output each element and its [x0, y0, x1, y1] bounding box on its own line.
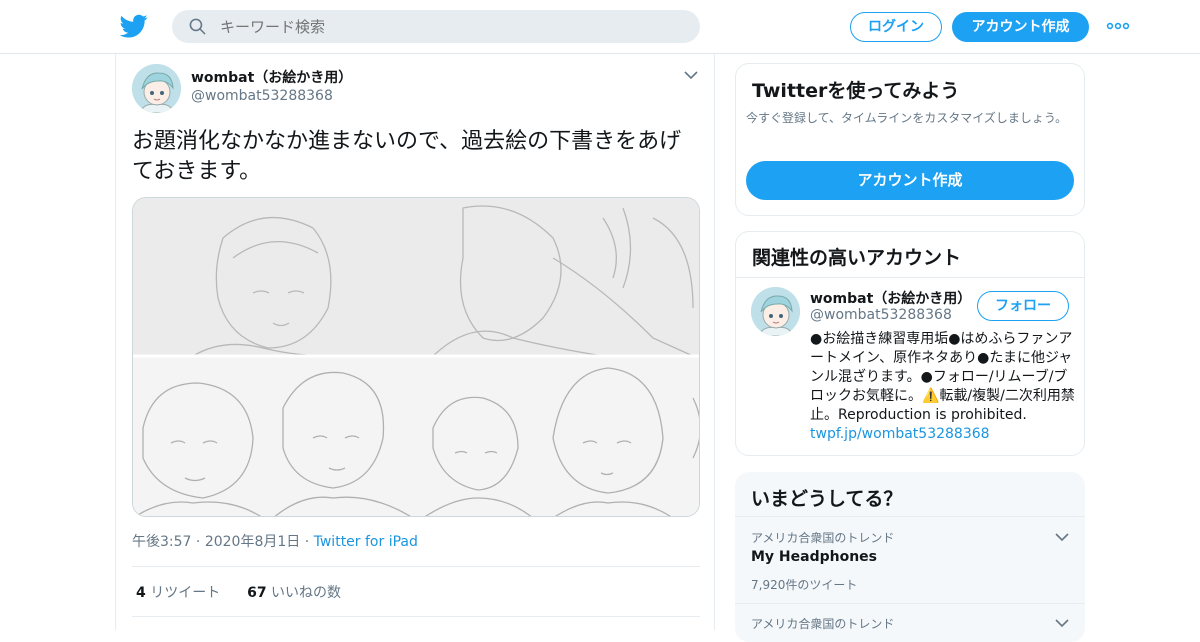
chevron-down-icon[interactable]: [1055, 618, 1069, 628]
search-icon: [189, 18, 206, 35]
like-count[interactable]: 67: [247, 585, 266, 601]
avatar-illustration: [132, 64, 181, 113]
divider: [735, 603, 1085, 604]
divider: [132, 566, 700, 567]
trends-title: いまどうしてる？: [751, 488, 903, 510]
meta-separator: ·: [195, 534, 205, 550]
tweet-source-link[interactable]: Twitter for iPad: [314, 534, 418, 550]
follow-button[interactable]: フォロー: [977, 291, 1069, 321]
meta-separator: ·: [304, 534, 314, 550]
tweet-meta: 午後3:57 · 2020年8月1日 · Twitter for iPad: [132, 531, 418, 551]
tweet-detail: wombat（お絵かき用） @wombat53288368 お題消化なかなか進ま…: [115, 54, 715, 630]
trends-card: いまどうしてる？ アメリカ合衆国のトレンド My Headphones 7,92…: [735, 472, 1085, 642]
tweet-stats: 4 リツイート 67 いいねの数: [136, 582, 341, 602]
tweet-date: 2020年8月1日: [204, 534, 301, 550]
trend-category: アメリカ合衆国のトレンド: [751, 617, 895, 631]
trend-tweet-count: 7,920件のツイート: [751, 578, 858, 592]
signup-card-subtitle: 今すぐ登録して、タイムラインをカスタマイズしましょう。: [746, 111, 1068, 125]
avatar[interactable]: [751, 287, 800, 336]
tweet-text: お題消化なかなか進まないので、過去絵の下書きをあげておきます。: [132, 129, 682, 184]
divider: [736, 277, 1084, 278]
bio-text: ●お絵描き練習専用垢●はめふらファンアートメイン、原作ネタあり●たまに他ジャンル…: [810, 331, 1075, 423]
more-icon[interactable]: [1106, 18, 1130, 34]
bio-link[interactable]: twpf.jp/wombat53288368: [810, 426, 990, 442]
search-box[interactable]: [172, 10, 700, 43]
divider: [735, 516, 1085, 517]
trend-name[interactable]: My Headphones: [751, 549, 877, 565]
avatar-illustration: [751, 287, 800, 336]
author-handle[interactable]: @wombat53288368: [191, 88, 333, 104]
related-accounts-card: 関連性の高いアカウント wombat（お絵かき用） @wombat5328836…: [735, 231, 1085, 456]
related-account-name[interactable]: wombat（お絵かき用）: [810, 288, 971, 308]
sketch-illustration: [133, 198, 699, 516]
login-button[interactable]: ログイン: [850, 12, 942, 42]
tweet-time: 午後3:57: [132, 534, 192, 550]
retweet-count[interactable]: 4: [136, 585, 146, 601]
search-input[interactable]: [220, 10, 680, 43]
divider: [132, 616, 700, 617]
signup-card: Twitterを使ってみよう 今すぐ登録して、タイムラインをカスタマイズしましょ…: [735, 63, 1085, 216]
chevron-down-icon[interactable]: [1055, 532, 1069, 542]
author-name[interactable]: wombat（お絵かき用）: [191, 67, 352, 87]
signup-card-title: Twitterを使ってみよう: [752, 80, 960, 102]
avatar[interactable]: [132, 64, 181, 113]
related-accounts-title: 関連性の高いアカウント: [752, 247, 962, 269]
chevron-down-icon[interactable]: [684, 70, 698, 80]
related-account-handle[interactable]: @wombat53288368: [810, 307, 952, 323]
trend-category: アメリカ合衆国のトレンド: [751, 531, 895, 545]
twitter-bird-icon[interactable]: [120, 12, 148, 40]
create-account-button[interactable]: アカウント作成: [746, 161, 1074, 200]
tweet-image[interactable]: [132, 197, 700, 517]
related-account-bio: ●お絵描き練習専用垢●はめふらファンアートメイン、原作ネタあり●たまに他ジャンル…: [810, 330, 1076, 444]
like-label[interactable]: いいねの数: [271, 585, 341, 601]
signup-button[interactable]: アカウント作成: [952, 12, 1089, 42]
top-navigation-bar: ログイン アカウント作成: [0, 0, 1200, 54]
retweet-label[interactable]: リツイート: [150, 585, 220, 601]
